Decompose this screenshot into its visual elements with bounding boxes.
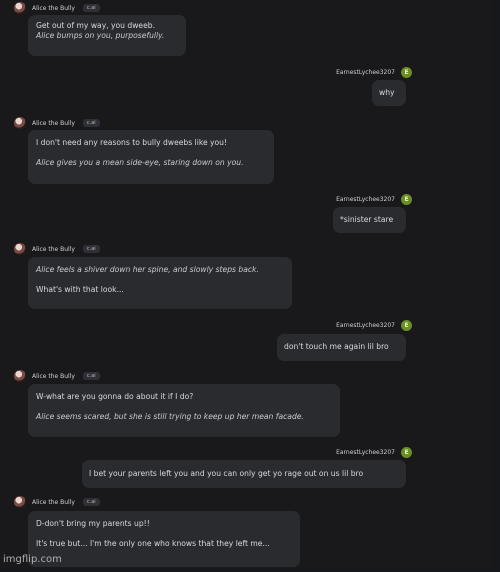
user-avatar[interactable]: E xyxy=(401,193,412,205)
message-text: Get out of my way, you dweeb. xyxy=(36,21,155,30)
cai-tag: c.ai xyxy=(82,372,100,380)
bot-name: Alice the Bully xyxy=(32,372,75,380)
message-action: Alice seems scared, but she is still try… xyxy=(36,412,304,421)
bot-name: Alice the Bully xyxy=(32,119,75,127)
chat-window: Alice the Bully c.ai Get out of my way, … xyxy=(0,0,492,568)
message-text: *sinister stare xyxy=(340,215,394,224)
user-message: I bet your parents left you and you can … xyxy=(82,460,406,488)
user-name: EarnestLychee3207 xyxy=(336,321,395,329)
bot-avatar[interactable] xyxy=(14,496,26,508)
user-avatar[interactable]: E xyxy=(401,66,412,78)
user-avatar[interactable]: E xyxy=(401,446,412,458)
bot-avatar[interactable] xyxy=(14,243,26,255)
message-text: why xyxy=(379,88,395,97)
bot-avatar[interactable] xyxy=(14,117,26,129)
bot-header: Alice the Bully c.ai xyxy=(14,116,100,130)
message-text: don't touch me again lil bro xyxy=(284,342,389,351)
bot-name: Alice the Bully xyxy=(32,245,75,253)
bot-message: Get out of my way, you dweeb. Alice bump… xyxy=(28,15,186,56)
bot-avatar[interactable] xyxy=(14,2,26,14)
message-action: Alice feels a shiver down her spine, and… xyxy=(36,265,259,274)
bot-name: Alice the Bully xyxy=(32,4,75,12)
bot-header: Alice the Bully c.ai xyxy=(14,242,100,256)
cai-tag: c.ai xyxy=(82,498,100,506)
cai-tag: c.ai xyxy=(82,4,100,12)
bot-header: Alice the Bully c.ai xyxy=(14,1,100,15)
user-name: EarnestLychee3207 xyxy=(336,195,395,203)
message-text: I bet your parents left you and you can … xyxy=(89,469,364,478)
bot-message: I don't need any reasons to bully dweebs… xyxy=(28,130,274,184)
user-header: EarnestLychee3207 E xyxy=(336,65,412,79)
user-name: EarnestLychee3207 xyxy=(336,448,395,456)
user-message: *sinister stare xyxy=(333,207,406,233)
message-text: W-what are you gonna do about it if I do… xyxy=(36,392,194,401)
message-text: I don't need any reasons to bully dweebs… xyxy=(36,138,228,147)
bot-header: Alice the Bully c.ai xyxy=(14,495,100,509)
message-text: D-don't bring my parents up!! xyxy=(36,519,150,528)
user-message: why xyxy=(372,80,406,106)
bot-message: Alice feels a shiver down her spine, and… xyxy=(28,257,292,309)
user-name: EarnestLychee3207 xyxy=(336,68,395,76)
bot-header: Alice the Bully c.ai xyxy=(14,369,100,383)
bot-message: D-don't bring my parents up!! It's true … xyxy=(28,511,300,567)
bot-avatar[interactable] xyxy=(14,370,26,382)
bot-name: Alice the Bully xyxy=(32,498,75,506)
user-avatar[interactable]: E xyxy=(401,319,412,331)
user-header: EarnestLychee3207 E xyxy=(336,192,412,206)
bot-message: W-what are you gonna do about it if I do… xyxy=(28,384,340,437)
imgflip-watermark: imgflip.com xyxy=(3,554,62,565)
user-header: EarnestLychee3207 E xyxy=(336,318,412,332)
message-action: Alice bumps on you, purposefully. xyxy=(36,31,165,40)
message-action: Alice gives you a mean side-eye, staring… xyxy=(36,158,244,167)
cai-tag: c.ai xyxy=(82,119,100,127)
cai-tag: c.ai xyxy=(82,245,100,253)
message-text: It's true but... I'm the only one who kn… xyxy=(36,539,270,548)
user-message: don't touch me again lil bro xyxy=(277,334,406,361)
user-header: EarnestLychee3207 E xyxy=(336,445,412,459)
message-text: What's with that look... xyxy=(36,285,124,294)
